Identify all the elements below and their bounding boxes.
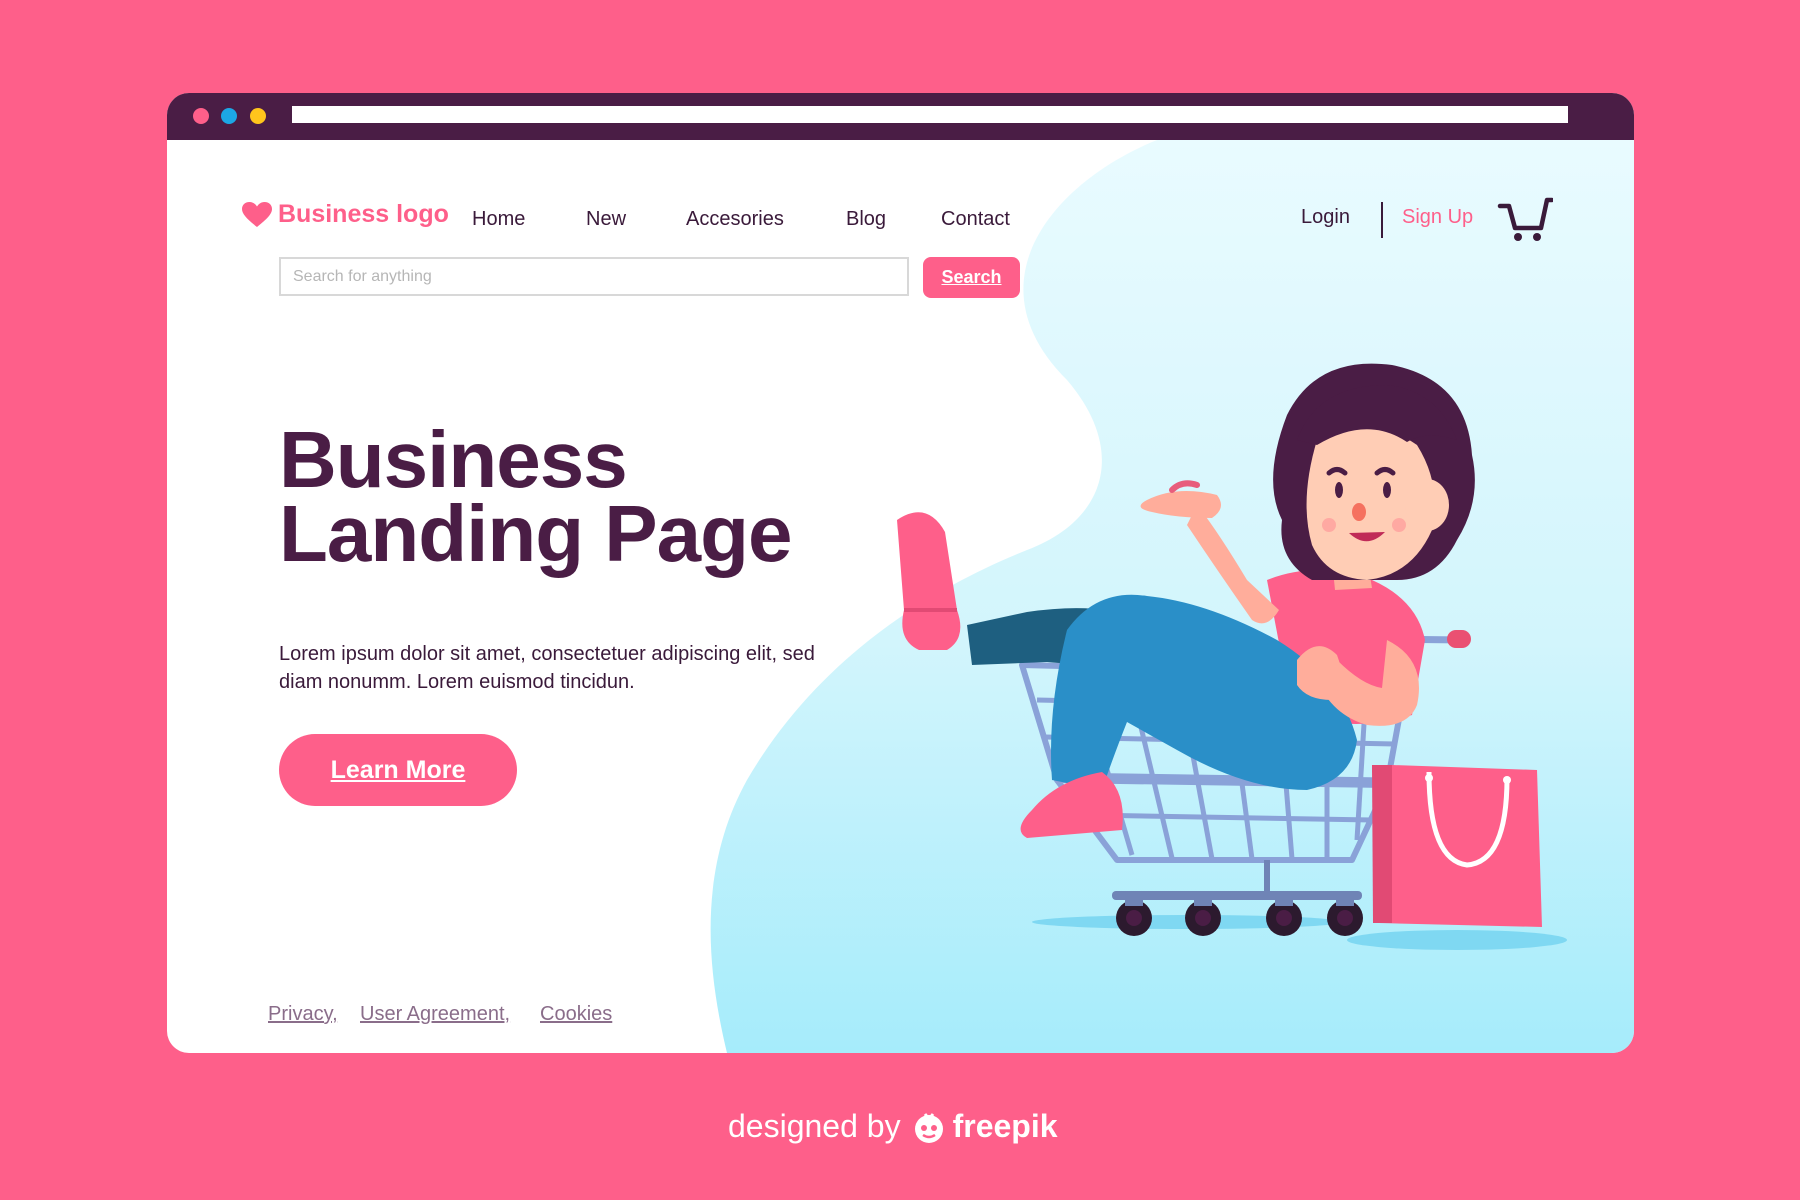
shopping-illustration: [897, 363, 1567, 950]
bag-shadow: [1347, 930, 1567, 950]
browser-titlebar: [167, 93, 1634, 140]
shopping-bag-graphic: [1372, 765, 1542, 927]
landing-page: Business logo Home New Accesories Blog C…: [167, 140, 1634, 1053]
window-maximize-dot[interactable]: [250, 108, 266, 124]
window-minimize-dot[interactable]: [221, 108, 237, 124]
address-bar[interactable]: [292, 106, 1568, 123]
window-close-dot[interactable]: [193, 108, 209, 124]
credit-brand: freepik: [952, 1108, 1058, 1144]
credit-line: designed by freepik: [728, 1108, 1058, 1145]
browser-window: Business logo Home New Accesories Blog C…: [167, 93, 1634, 1053]
freepik-icon: [914, 1112, 943, 1143]
credit-prefix: designed by: [728, 1108, 901, 1144]
